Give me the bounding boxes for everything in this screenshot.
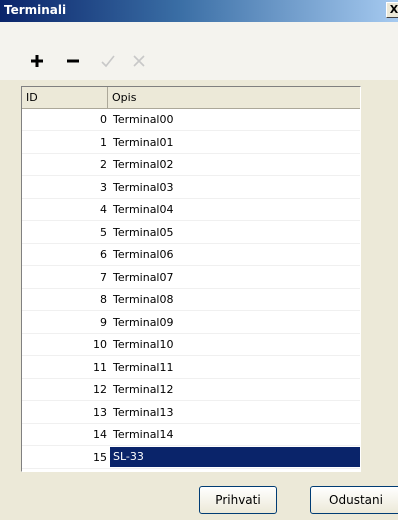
cell-opis[interactable]: Terminal05 xyxy=(110,222,360,243)
cell-id[interactable]: 7 xyxy=(22,267,110,288)
window-title: Terminali xyxy=(4,3,67,17)
table-row[interactable]: 12 Terminal12 xyxy=(22,379,360,401)
cell-id[interactable]: 10 xyxy=(22,334,110,355)
table-row[interactable]: 5 Terminal05 xyxy=(22,222,360,244)
cell-id[interactable]: 0 xyxy=(22,109,110,130)
cell-id[interactable]: 1 xyxy=(22,132,110,153)
cell-id[interactable]: 13 xyxy=(22,402,110,423)
cancel-button[interactable]: Odustani xyxy=(310,486,398,514)
terminals-grid[interactable]: ID Opis 0 Terminal00 1 Terminal01 2 Terminal0… xyxy=(21,86,361,472)
cell-id[interactable]: 14 xyxy=(22,424,110,445)
cell-id[interactable]: 2 xyxy=(22,154,110,175)
cell-id[interactable]: 3 xyxy=(22,177,110,198)
cell-id[interactable]: 8 xyxy=(22,289,110,310)
cell-id[interactable]: 4 xyxy=(22,199,110,220)
check-icon xyxy=(100,54,116,68)
table-row[interactable]: 0 Terminal00 xyxy=(22,109,360,131)
cell-opis[interactable]: Terminal12 xyxy=(110,379,360,400)
table-row[interactable]: 9 Terminal09 xyxy=(22,312,360,334)
cell-opis[interactable]: Terminal06 xyxy=(110,244,360,265)
confirm-button[interactable] xyxy=(97,50,119,72)
cell-opis[interactable]: Terminal11 xyxy=(110,357,360,378)
x-icon xyxy=(132,54,146,68)
table-row[interactable]: 4 Terminal04 xyxy=(22,199,360,221)
table-row[interactable]: 2 Terminal02 xyxy=(22,154,360,176)
cell-opis[interactable]: SL-33 xyxy=(110,446,360,467)
cell-opis[interactable]: Terminal03 xyxy=(110,177,360,198)
cell-id[interactable]: 9 xyxy=(22,312,110,333)
add-button[interactable] xyxy=(26,50,48,72)
toolbar xyxy=(0,22,398,80)
table-row[interactable]: 13 Terminal13 xyxy=(22,402,360,424)
table-row[interactable]: 7 Terminal07 xyxy=(22,267,360,289)
cell-opis[interactable]: Terminal14 xyxy=(110,424,360,445)
cell-opis[interactable]: Terminal07 xyxy=(110,267,360,288)
cell-opis[interactable]: Terminal00 xyxy=(110,109,360,130)
table-row[interactable]: 11 Terminal11 xyxy=(22,357,360,379)
cell-id[interactable]: 5 xyxy=(22,222,110,243)
minus-icon xyxy=(67,55,79,67)
title-bar: Terminali X xyxy=(0,0,398,22)
plus-icon xyxy=(31,55,43,67)
close-button[interactable]: X xyxy=(386,2,398,18)
grid-header: ID Opis xyxy=(22,87,360,109)
cell-opis[interactable]: Terminal09 xyxy=(110,312,360,333)
remove-button[interactable] xyxy=(62,50,84,72)
table-row[interactable]: 6 Terminal06 xyxy=(22,244,360,266)
cell-id[interactable]: 12 xyxy=(22,379,110,400)
table-row[interactable]: 8 Terminal08 xyxy=(22,289,360,311)
column-header-id[interactable]: ID xyxy=(22,87,108,108)
cell-id[interactable]: 6 xyxy=(22,244,110,265)
cell-id[interactable]: 15 xyxy=(22,447,110,468)
cell-opis[interactable]: Terminal01 xyxy=(110,132,360,153)
table-row[interactable]: 10 Terminal10 xyxy=(22,334,360,356)
table-row[interactable]: 1 Terminal01 xyxy=(22,132,360,154)
column-header-opis[interactable]: Opis xyxy=(108,87,360,108)
cell-opis[interactable]: Terminal13 xyxy=(110,402,360,423)
cell-opis[interactable]: Terminal04 xyxy=(110,199,360,220)
close-icon: X xyxy=(389,3,398,16)
cell-opis[interactable]: Terminal08 xyxy=(110,289,360,310)
accept-button[interactable]: Prihvati xyxy=(199,486,277,514)
cell-opis[interactable]: Terminal10 xyxy=(110,334,360,355)
table-row[interactable]: 15 SL-33 xyxy=(22,446,360,469)
table-row[interactable]: 3 Terminal03 xyxy=(22,177,360,199)
cell-id[interactable]: 11 xyxy=(22,357,110,378)
cell-opis[interactable]: Terminal02 xyxy=(110,154,360,175)
cancel-edit-button[interactable] xyxy=(128,50,150,72)
table-row[interactable]: 14 Terminal14 xyxy=(22,424,360,446)
